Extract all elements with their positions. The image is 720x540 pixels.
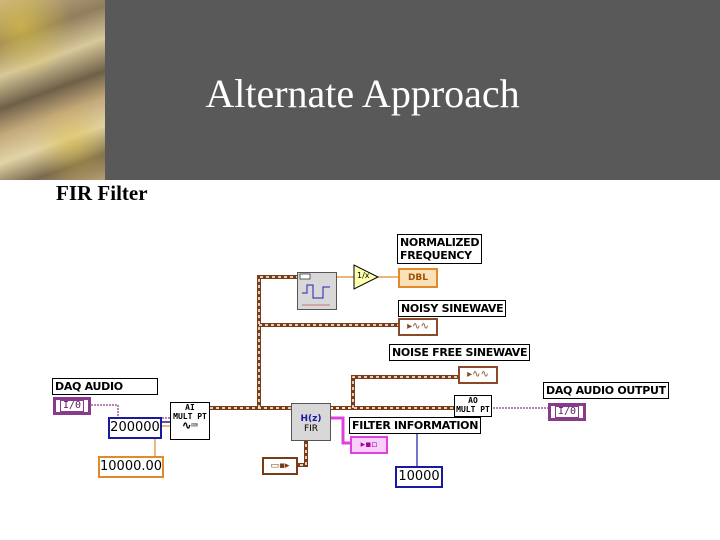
- io-in-text: I/0: [60, 400, 85, 412]
- ao-mult-pt-node[interactable]: AO MULT PT: [454, 395, 492, 417]
- noisy-sinewave-indicator[interactable]: ▸∿∿: [398, 318, 438, 336]
- label-daq-audio: DAQ AUDIO: [52, 378, 158, 395]
- noise-free-sinewave-indicator[interactable]: ▸∿∿: [458, 366, 498, 384]
- samples-constant[interactable]: 200000: [108, 417, 162, 439]
- label-normalized-frequency: NORMALIZED FREQUENCY: [397, 234, 483, 264]
- pulse-pattern-subvi[interactable]: [297, 272, 337, 310]
- label-daq-audio-output: DAQ AUDIO OUTPUT: [543, 382, 669, 399]
- fir-text: FIR: [303, 424, 319, 434]
- label-noise-free-sinewave: NOISE FREE SINEWAVE: [389, 344, 531, 361]
- wire-trunk: [257, 275, 297, 408]
- daq-audio-io-control[interactable]: I/0: [53, 397, 91, 415]
- wire-info: [330, 416, 350, 445]
- reciprocal-text: 1/x: [357, 271, 370, 280]
- dbl-text: DBL: [407, 273, 429, 283]
- transfer-function-icon: H(z): [300, 414, 322, 424]
- normalized-frequency-indicator[interactable]: DBL: [398, 268, 438, 288]
- label-noisy-sinewave: NOISY SINEWAVE: [398, 300, 507, 317]
- filter-spec-cluster-constant[interactable]: ▭▪▸: [262, 457, 298, 475]
- waveform-icon: [299, 273, 330, 306]
- wire-noisefree: [351, 375, 458, 408]
- ao-mult-pt-text: AO MULT PT: [456, 396, 490, 414]
- daq-audio-output-io-control[interactable]: I/0: [548, 403, 586, 421]
- rate-constant[interactable]: 10000.00: [98, 456, 164, 478]
- filter-rate-constant[interactable]: 10000: [395, 466, 443, 488]
- ai-mult-pt-node[interactable]: AI MULT PT ∿⌨: [170, 402, 210, 440]
- fir-filter-subvi[interactable]: H(z) FIR: [291, 403, 331, 441]
- acquire-icon: ∿⌨: [182, 419, 198, 432]
- io-out-text: I/0: [555, 406, 580, 418]
- filter-information-indicator[interactable]: ▸▪▫: [350, 436, 388, 454]
- label-filter-information: FILTER INFORMATION: [349, 417, 482, 434]
